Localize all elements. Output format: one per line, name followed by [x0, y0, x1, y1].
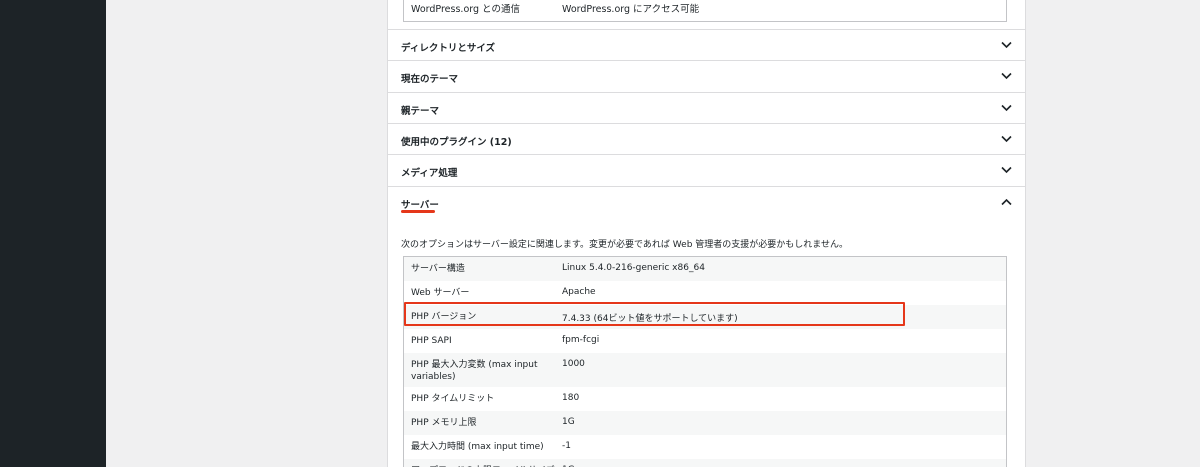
- row-value: 1000: [562, 359, 585, 369]
- row-value: 1G: [562, 417, 575, 427]
- accordion-media[interactable]: メディア処理: [388, 154, 1025, 185]
- row-value: Linux 5.4.0-216-generic x86_64: [562, 263, 705, 273]
- chevron-up-icon: [1001, 198, 1012, 206]
- row-key: サーバー構造: [411, 264, 465, 274]
- chevron-down-icon: [1001, 72, 1012, 80]
- table-row: サーバー構造 Linux 5.4.0-216-generic x86_64: [404, 257, 1006, 281]
- accordion-label: ディレクトリとサイズ: [401, 43, 496, 54]
- annotation-highlight-box: [404, 302, 905, 326]
- accordion-directories[interactable]: ディレクトリとサイズ: [388, 29, 1025, 60]
- row-key: PHP SAPI: [411, 336, 452, 346]
- table-row: PHP メモリ上限 1G: [404, 411, 1006, 435]
- row-value: Apache: [562, 287, 596, 297]
- table-row: PHP 最大入力変数 (max input variables) 1000: [404, 353, 1006, 387]
- chevron-down-icon: [1001, 104, 1012, 112]
- accordion-label: メディア処理: [401, 168, 458, 179]
- accordion-label: サーバー: [401, 200, 439, 211]
- row-key: PHP 最大入力変数 (max input variables): [411, 360, 538, 382]
- wordpress-org-table: WordPress.org との通信 WordPress.org にアクセス可能: [403, 0, 1007, 22]
- table-row: PHP SAPI fpm-fcgi: [404, 329, 1006, 353]
- accordion-label: 親テーマ: [401, 106, 440, 117]
- wporg-key: WordPress.org との通信: [411, 4, 520, 15]
- row-key: PHP タイムリミット: [411, 394, 495, 404]
- row-key: PHP メモリ上限: [411, 418, 477, 428]
- chevron-down-icon: [1001, 135, 1012, 143]
- accordion-server[interactable]: サーバー: [388, 186, 1025, 226]
- accordion-current-theme[interactable]: 現在のテーマ: [388, 60, 1025, 91]
- chevron-down-icon: [1001, 166, 1012, 174]
- accordion-parent-theme[interactable]: 親テーマ: [388, 92, 1025, 123]
- row-value: -1: [562, 441, 571, 451]
- accordion-label: 使用中のプラグイン (12): [401, 137, 512, 148]
- row-key: 最大入力時間 (max input time): [411, 442, 544, 452]
- accordion-active-plugins[interactable]: 使用中のプラグイン (12): [388, 123, 1025, 154]
- row-key: Web サーバー: [411, 288, 470, 298]
- wporg-value: WordPress.org にアクセス可能: [562, 4, 700, 15]
- main-content: WordPress.org との通信 WordPress.org にアクセス可能…: [106, 0, 1200, 467]
- row-value: 180: [562, 393, 580, 403]
- table-row: アップロードの上限ファイルサイズ 1G: [404, 459, 1006, 467]
- accordion-label: 現在のテーマ: [401, 74, 459, 85]
- table-row: 最大入力時間 (max input time) -1: [404, 435, 1006, 459]
- server-description: 次のオプションはサーバー設定に関連します。変更が必要であれば Web 管理者の支…: [401, 240, 848, 250]
- chevron-down-icon: [1001, 41, 1012, 49]
- annotation-underline: [401, 210, 435, 213]
- admin-sidebar: [0, 0, 106, 467]
- table-row: PHP タイムリミット 180: [404, 387, 1006, 411]
- row-value: fpm-fcgi: [562, 335, 600, 345]
- server-info-table: サーバー構造 Linux 5.4.0-216-generic x86_64 We…: [403, 256, 1007, 467]
- site-health-panel: WordPress.org との通信 WordPress.org にアクセス可能…: [387, 0, 1026, 467]
